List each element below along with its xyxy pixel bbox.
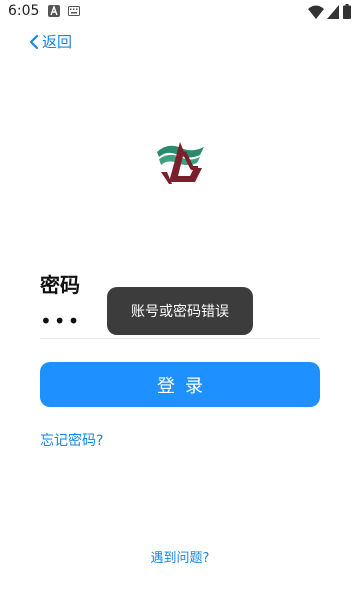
wifi-icon bbox=[308, 5, 324, 19]
battery-icon bbox=[343, 4, 351, 19]
status-bar: 6:05 bbox=[0, 0, 360, 24]
error-toast: 账号或密码错误 bbox=[107, 287, 253, 335]
back-label: 返回 bbox=[42, 33, 73, 51]
login-button[interactable]: 登录 bbox=[40, 362, 320, 407]
cellular-icon bbox=[327, 5, 339, 19]
chevron-left-icon bbox=[29, 34, 39, 49]
app-logo bbox=[157, 142, 204, 184]
login-screen: 6:05 返回 密码 登录 忘记密码? 遇到问题? 账号或密码错误 bbox=[0, 0, 360, 600]
back-button[interactable]: 返回 bbox=[28, 31, 72, 52]
a-notification-icon bbox=[48, 5, 60, 17]
forgot-password-link[interactable]: 忘记密码? bbox=[40, 430, 103, 450]
password-underline bbox=[40, 338, 320, 339]
status-time: 6:05 bbox=[8, 3, 40, 19]
problem-link[interactable]: 遇到问题? bbox=[0, 547, 360, 566]
password-label: 密码 bbox=[40, 273, 80, 297]
keyboard-icon bbox=[68, 6, 80, 16]
